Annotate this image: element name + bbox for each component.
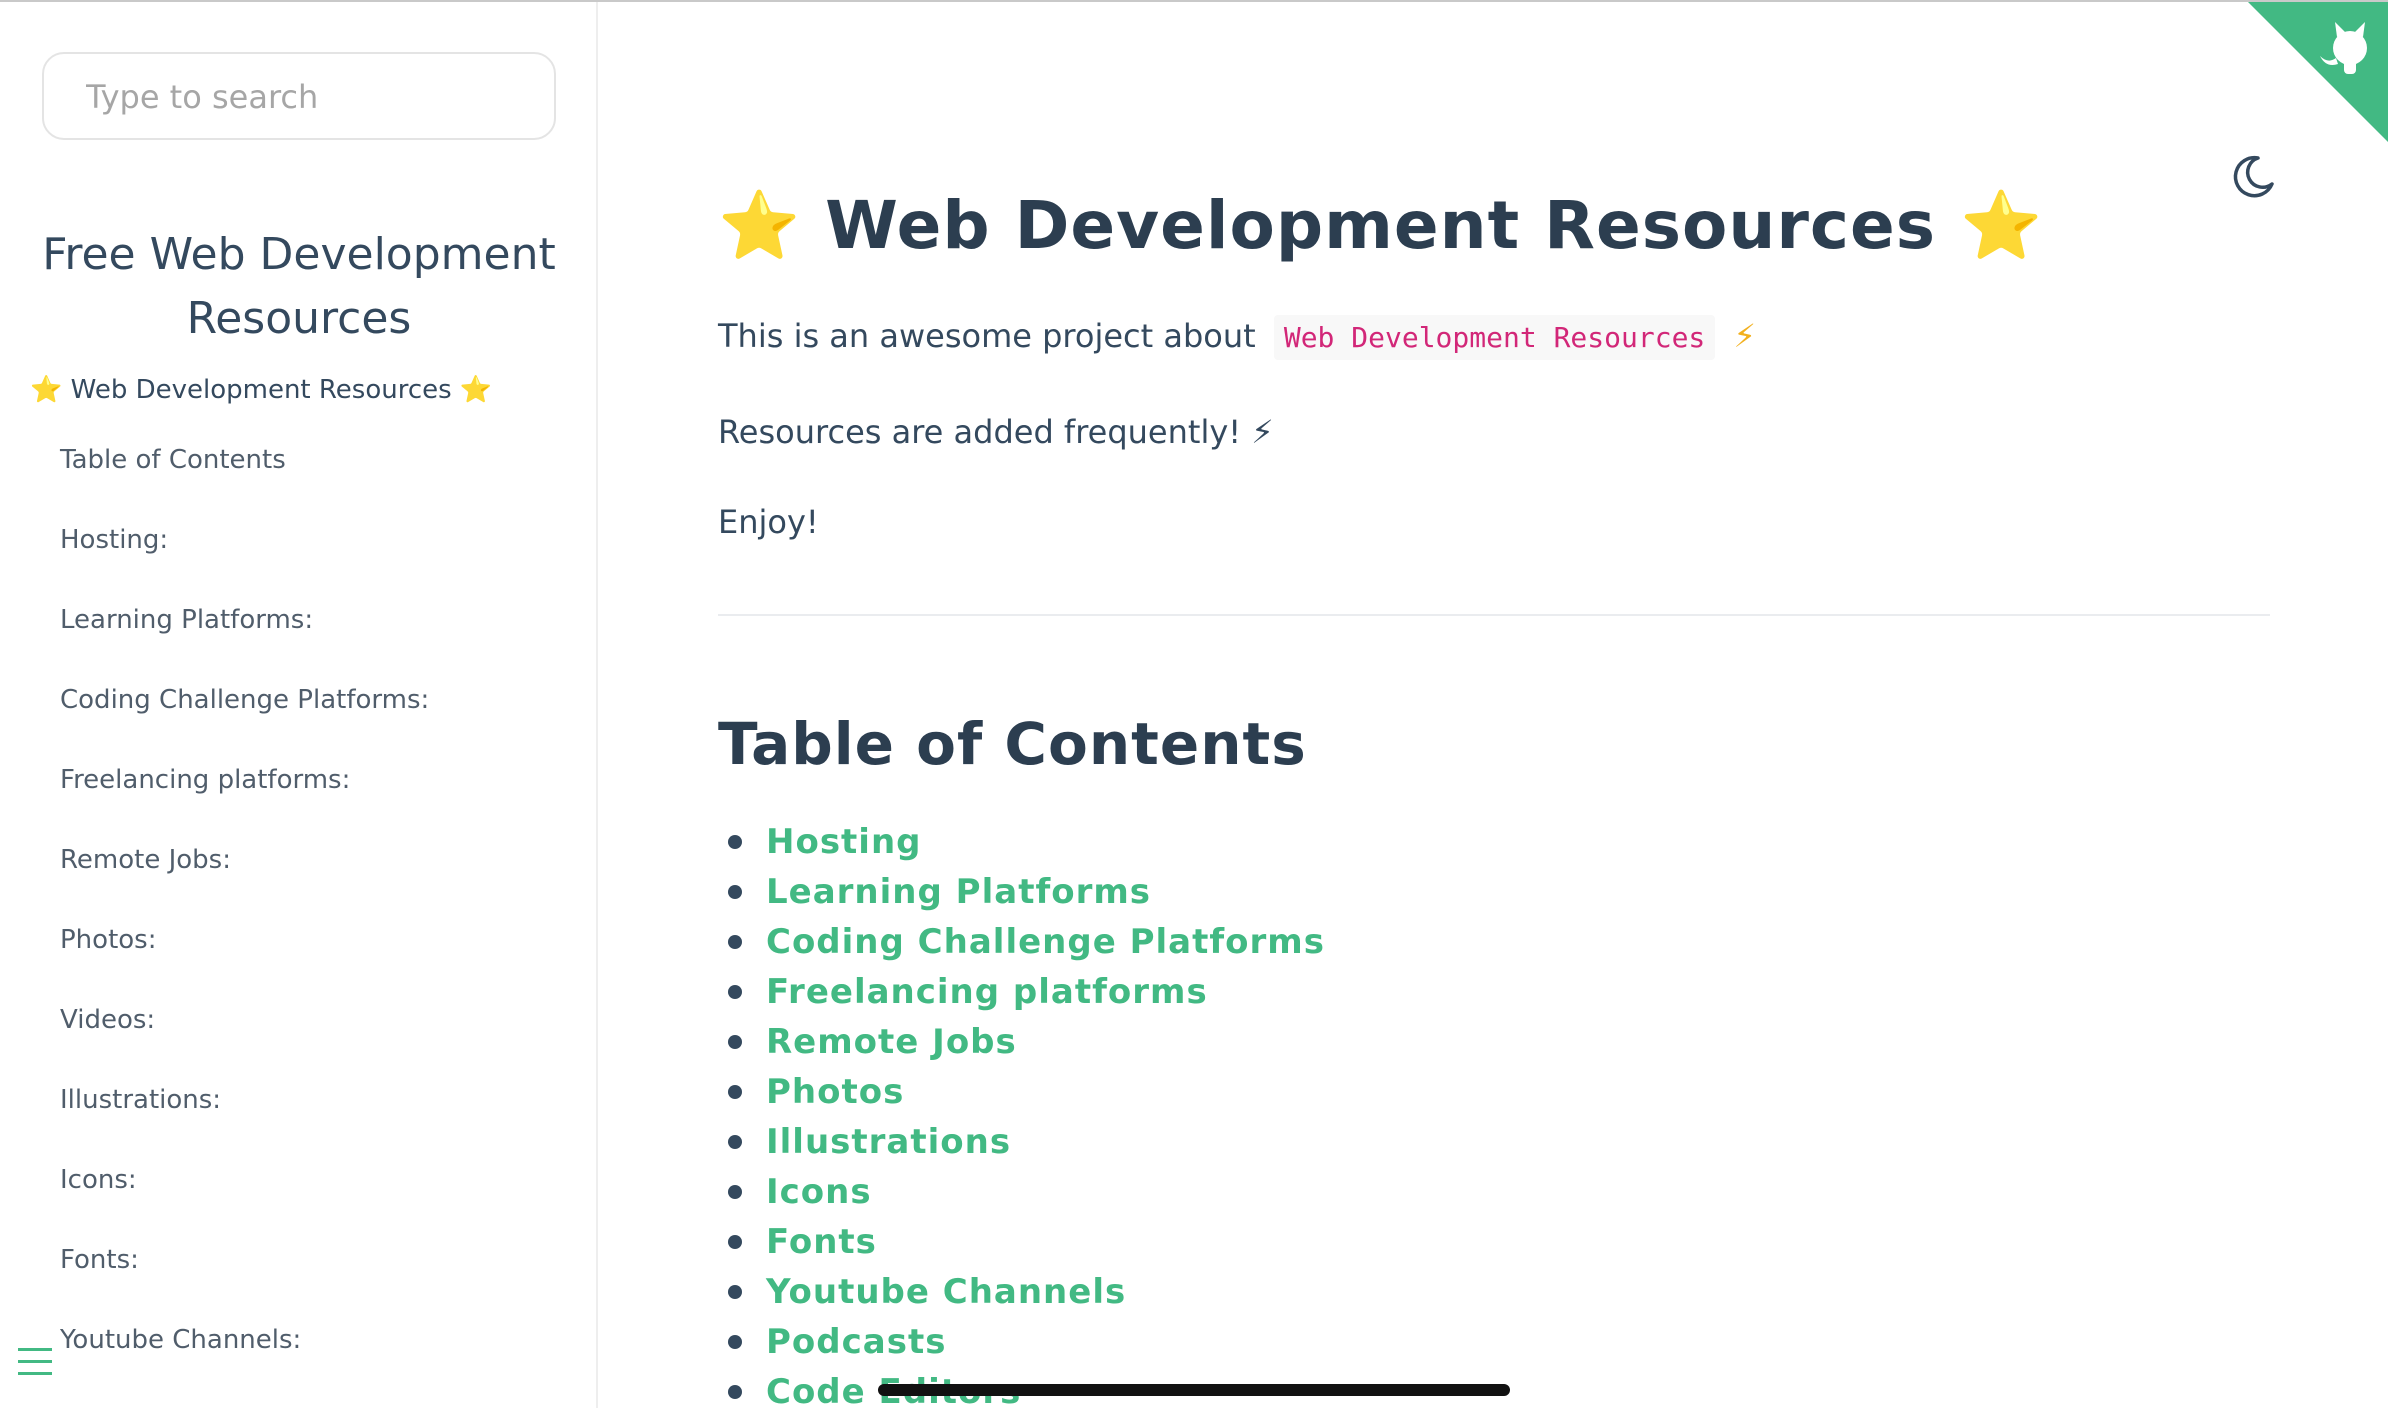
toc-item: Learning Platforms (718, 867, 1325, 917)
toc-item: Remote Jobs (718, 1017, 1325, 1067)
toc-link-photos[interactable]: Photos (766, 1072, 904, 1112)
sidebar-item-remote-jobs[interactable]: Remote Jobs: (0, 820, 596, 900)
app-name[interactable]: Free Web Development Resources (40, 223, 558, 351)
github-octocat-icon[interactable] (2248, 2, 2388, 142)
toc-item: Icons (718, 1167, 1325, 1217)
intro-text: This is an awesome project about (718, 317, 1256, 355)
toc-link-podcasts[interactable]: Podcasts (766, 1322, 946, 1362)
sidebar-item-learning-platforms[interactable]: Learning Platforms: (0, 580, 596, 660)
bullet-icon (728, 935, 742, 949)
bullet-icon (728, 1085, 742, 1099)
lightning-icon: ⚡ (1733, 317, 1756, 355)
toc-link-learning-platforms[interactable]: Learning Platforms (766, 872, 1151, 912)
sidebar-item-photos[interactable]: Photos: (0, 900, 596, 980)
search-box[interactable] (42, 52, 556, 140)
divider (718, 614, 2270, 616)
sidebar-item-icons[interactable]: Icons: (0, 1140, 596, 1220)
bullet-icon (728, 1385, 742, 1399)
bullet-icon (728, 985, 742, 999)
toc-link-icons[interactable]: Icons (766, 1172, 872, 1212)
sidebar-item-youtube-channels[interactable]: Youtube Channels: (0, 1300, 596, 1380)
toc-link-freelancing-platforms[interactable]: Freelancing platforms (766, 972, 1208, 1012)
toc-link-coding-challenge-platforms[interactable]: Coding Challenge Platforms (766, 922, 1325, 962)
sidebar: Free Web Development Resources ⭐ Web Dev… (0, 2, 598, 1408)
toc-list: Hosting Learning Platforms Coding Challe… (718, 817, 1325, 1408)
bullet-icon (728, 1035, 742, 1049)
sidebar-item-hosting[interactable]: Hosting: (0, 500, 596, 580)
page-title: ⭐ Web Development Resources ⭐ (718, 187, 2044, 264)
frequency-paragraph: Resources are added frequently! ⚡ (718, 413, 1274, 451)
bullet-icon (728, 1235, 742, 1249)
sidebar-item-table-of-contents[interactable]: Table of Contents (0, 420, 596, 500)
search-input[interactable] (84, 54, 528, 140)
toc-item: Podcasts (718, 1317, 1325, 1367)
toc-item: Youtube Channels (718, 1267, 1325, 1317)
bullet-icon (728, 1285, 742, 1299)
toc-item: Hosting (718, 817, 1325, 867)
sidebar-item-fonts[interactable]: Fonts: (0, 1220, 596, 1300)
sidebar-item-videos[interactable]: Videos: (0, 980, 596, 1060)
bullet-icon (728, 885, 742, 899)
toc-item: Illustrations (718, 1117, 1325, 1167)
enjoy-paragraph: Enjoy! (718, 503, 819, 541)
bullet-icon (728, 1335, 742, 1349)
toc-heading: Table of Contents (718, 710, 1307, 778)
toc-link-remote-jobs[interactable]: Remote Jobs (766, 1022, 1017, 1062)
bullet-icon (728, 1185, 742, 1199)
hamburger-menu-icon[interactable] (18, 1348, 52, 1378)
toc-link-hosting[interactable]: Hosting (766, 822, 922, 862)
intro-paragraph: This is an awesome project about Web Dev… (718, 314, 1756, 360)
sidebar-item-freelancing-platforms[interactable]: Freelancing platforms: (0, 740, 596, 820)
sidebar-nav: ⭐ Web Development Resources ⭐ Table of C… (0, 362, 596, 1380)
toc-item: Coding Challenge Platforms (718, 917, 1325, 967)
intro-code: Web Development Resources (1273, 315, 1716, 360)
toc-item: Freelancing platforms (718, 967, 1325, 1017)
toc-item: Photos (718, 1067, 1325, 1117)
main-content: ⭐ Web Development Resources ⭐ This is an… (598, 2, 2388, 1408)
toc-link-fonts[interactable]: Fonts (766, 1222, 877, 1262)
toc-link-youtube-channels[interactable]: Youtube Channels (766, 1272, 1126, 1312)
sidebar-item-coding-challenge-platforms[interactable]: Coding Challenge Platforms: (0, 660, 596, 740)
page: Free Web Development Resources ⭐ Web Dev… (0, 0, 2388, 1408)
toc-item: Fonts (718, 1217, 1325, 1267)
home-indicator[interactable] (878, 1384, 1510, 1396)
moon-icon[interactable] (2228, 152, 2278, 202)
sidebar-item-web-development-resources[interactable]: ⭐ Web Development Resources ⭐ (0, 362, 596, 418)
toc-link-illustrations[interactable]: Illustrations (766, 1122, 1011, 1162)
sidebar-item-illustrations[interactable]: Illustrations: (0, 1060, 596, 1140)
bullet-icon (728, 835, 742, 849)
bullet-icon (728, 1135, 742, 1149)
